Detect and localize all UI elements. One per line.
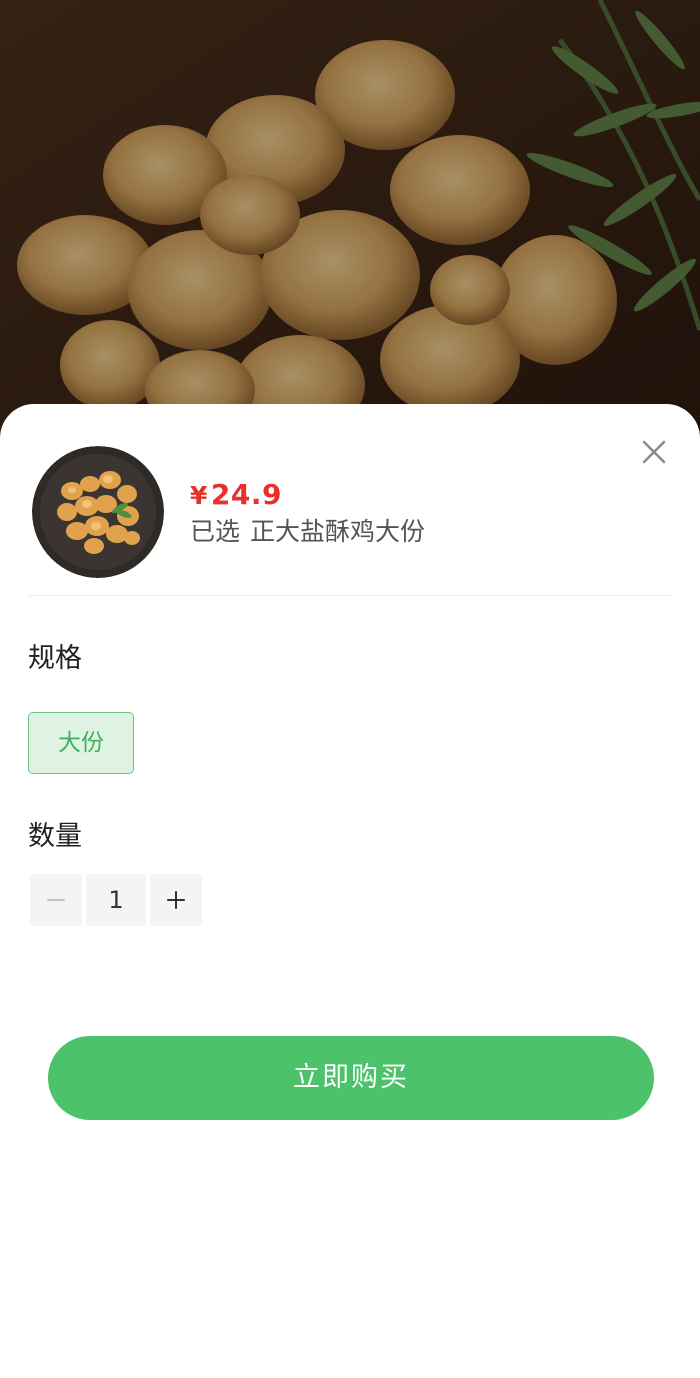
divider [28, 595, 672, 596]
product-thumbnail [32, 446, 164, 578]
close-icon[interactable] [636, 434, 672, 470]
price-amount: 24.9 [210, 478, 282, 511]
plus-icon[interactable] [150, 874, 202, 926]
product-options-sheet: ¥24.9 已选 正大盐酥鸡大份 规格 大份 数量 1 立即购买 [0, 404, 700, 1378]
buy-now-button[interactable]: 立即购买 [48, 1036, 654, 1120]
selected-value: 正大盐酥鸡大份 [250, 517, 426, 546]
spec-option-large[interactable]: 大份 [28, 712, 134, 774]
spec-section-title: 规格 [28, 643, 82, 674]
quantity-input[interactable]: 1 [86, 874, 146, 926]
minus-icon[interactable] [30, 874, 82, 926]
product-price: ¥24.9 [190, 478, 282, 511]
quantity-stepper: 1 [30, 874, 202, 926]
currency-symbol: ¥ [190, 481, 208, 510]
product-hero-image [0, 0, 700, 440]
quantity-section-title: 数量 [28, 821, 82, 852]
selected-summary: 已选 正大盐酥鸡大份 [190, 512, 425, 548]
selected-prefix: 已选 [190, 517, 241, 546]
